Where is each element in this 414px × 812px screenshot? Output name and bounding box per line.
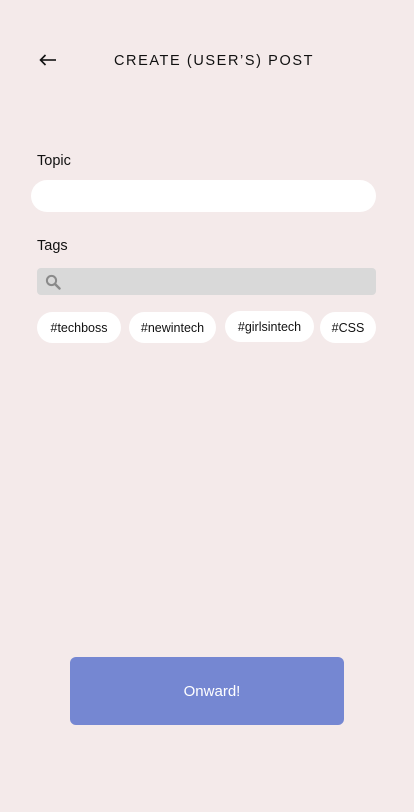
tag-chip-techboss[interactable]: #techboss	[37, 312, 121, 343]
topic-input[interactable]	[31, 180, 376, 212]
tag-chip-css[interactable]: #CSS	[320, 312, 376, 343]
tag-chip-girlsintech[interactable]: #girlsintech	[225, 311, 314, 342]
tags-search-input[interactable]	[62, 268, 376, 295]
onward-button[interactable]: Onward!	[70, 657, 344, 725]
page-title: CREATE (USER’S) POST	[113, 53, 315, 69]
tag-chip-newintech[interactable]: #newintech	[129, 312, 216, 343]
search-icon	[44, 273, 62, 291]
tags-search-box[interactable]	[37, 268, 376, 295]
tags-label: Tags	[37, 238, 68, 254]
topic-label: Topic	[37, 153, 71, 169]
